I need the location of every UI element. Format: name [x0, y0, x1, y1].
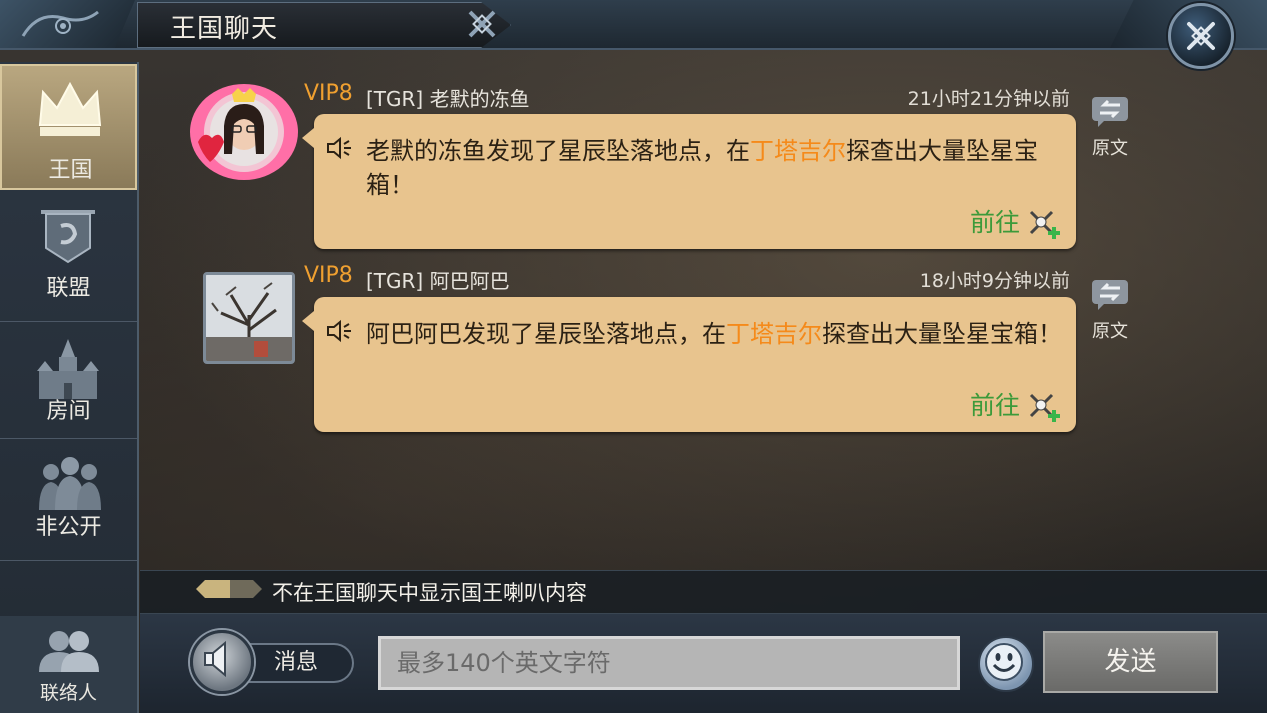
- group-soldiers-icon: [39, 457, 101, 510]
- message-bubble: 老默的冻鱼发现了星辰坠落地点，在丁塔吉尔探查出大量坠星宝箱！ 前往: [302, 114, 1076, 249]
- sidebar-item-label: 非公开: [35, 515, 102, 540]
- avatar[interactable]: [203, 272, 295, 364]
- announcement-speaker-icon: [327, 136, 351, 160]
- contacts-icon: [39, 631, 99, 672]
- message-bubble: 阿巴阿巴发现了星辰坠落地点，在丁塔吉尔探查出大量坠星宝箱！ 前往: [302, 297, 1076, 432]
- translate-button[interactable]: 原文: [1085, 95, 1135, 160]
- goto-button[interactable]: 前往: [970, 203, 1020, 239]
- avatar-photo: [206, 275, 292, 361]
- vip-badge: VIP8: [304, 81, 353, 106]
- top-left-ornament: [0, 0, 135, 48]
- translate-swap-icon: [1092, 97, 1128, 127]
- knot-ornament-icon: [468, 10, 496, 38]
- send-button[interactable]: 发送: [1043, 631, 1218, 693]
- vip-badge: VIP8: [304, 263, 353, 288]
- crossed-swords-icon[interactable]: [1028, 209, 1062, 239]
- speaker-toggle-label: 不在王国聊天中显示国王喇叭内容: [272, 581, 587, 605]
- emoji-button[interactable]: [978, 636, 1034, 692]
- alliance-banner-icon: [41, 210, 95, 264]
- contacts-button[interactable]: 联络人: [0, 616, 137, 713]
- location-link[interactable]: 丁塔吉尔: [750, 137, 846, 165]
- horn-button[interactable]: [190, 630, 254, 694]
- location-link[interactable]: 丁塔吉尔: [726, 320, 822, 348]
- avatar[interactable]: [190, 84, 298, 180]
- avatar-photo: [198, 88, 284, 172]
- message-text: 老默的冻鱼发现了星辰坠落地点，在丁塔吉尔探查出大量坠星宝箱！: [366, 137, 1038, 199]
- sender-name[interactable]: [TGR] 老默的冻鱼: [366, 83, 530, 112]
- message-timestamp: 21小时21分钟以前: [907, 88, 1070, 110]
- chat-input[interactable]: [378, 636, 960, 690]
- sidebar-item-kingdom[interactable]: 王国: [0, 64, 137, 190]
- close-button[interactable]: [1168, 3, 1234, 69]
- message-timestamp: 18小时9分钟以前: [919, 270, 1070, 292]
- sidebar-item-label: 联盟: [46, 276, 91, 301]
- horn-speaker-icon: [204, 640, 226, 678]
- crown-icon: [38, 81, 102, 136]
- close-x-icon: [1187, 22, 1215, 50]
- translate-swap-icon: [1092, 280, 1128, 310]
- contacts-label: 联络人: [39, 682, 97, 704]
- message-text: 阿巴阿巴发现了星辰坠落地点，在丁塔吉尔探查出大量坠星宝箱！: [366, 320, 1062, 348]
- translate-label: 原文: [1092, 138, 1128, 159]
- sidebar-item-label: 王国: [48, 158, 93, 183]
- page-title: 王国聊天: [170, 14, 279, 44]
- smiley-icon: [985, 643, 1023, 681]
- sidebar-item-room[interactable]: 房间: [0, 321, 137, 439]
- sidebar-item-label: 房间: [46, 399, 91, 424]
- goto-button[interactable]: 前往: [970, 386, 1020, 422]
- dragon-ornament-icon: [21, 10, 99, 37]
- crossed-swords-icon[interactable]: [1028, 392, 1062, 422]
- translate-button[interactable]: 原文: [1085, 278, 1135, 343]
- sidebar-item-private[interactable]: 非公开: [0, 438, 137, 561]
- toggle-switch-icon[interactable]: [196, 580, 262, 598]
- translate-label: 原文: [1092, 321, 1128, 342]
- sender-name[interactable]: [TGR] 阿巴阿巴: [366, 265, 510, 294]
- sidebar-item-alliance[interactable]: 联盟: [0, 190, 137, 322]
- announcement-speaker-icon: [327, 319, 351, 343]
